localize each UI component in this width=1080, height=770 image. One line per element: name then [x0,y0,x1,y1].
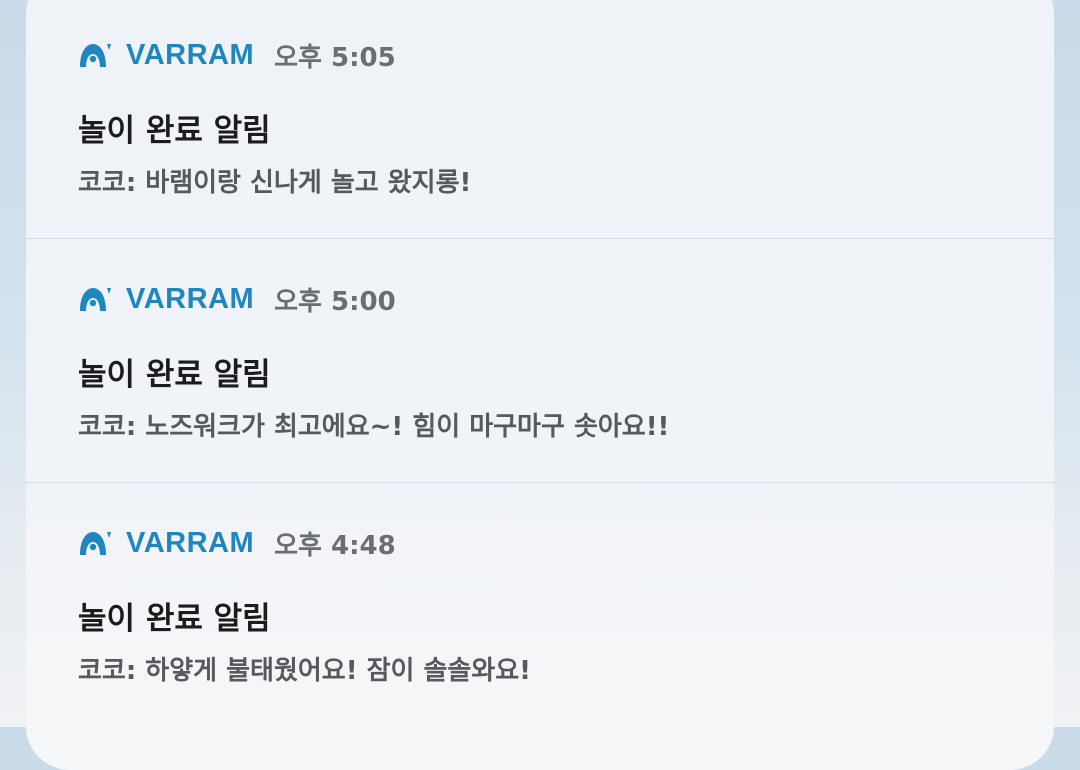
notification-time: 오후 4:48 [274,530,396,561]
notification-header: VARRAM 오후 5:00 [78,282,396,317]
notification-message: 코코: 하얗게 불태웠어요! 잠이 솔솔와요! [78,656,532,686]
app-name: VARRAM [126,526,255,559]
divider [26,482,1054,483]
varram-app-icon [78,530,112,556]
app-name: VARRAM [126,282,255,315]
notification-time: 오후 5:00 [274,286,396,317]
divider [26,238,1054,239]
notification-message: 코코: 노즈워크가 최고에요~! 힘이 마구마구 솟아요!! [78,412,670,442]
varram-app-icon [78,42,112,68]
notification-title: 놀이 완료 알림 [78,113,271,149]
notification-title: 놀이 완료 알림 [78,357,271,393]
notification-time: 오후 5:05 [274,42,396,73]
notification-panel: VARRAM 오후 5:05 놀이 완료 알림 코코: 바램이랑 신나게 놀고 … [26,0,1054,770]
notification-header: VARRAM 오후 5:05 [78,38,396,73]
notification-message: 코코: 바램이랑 신나게 놀고 왔지롱! [78,168,472,198]
app-name: VARRAM [126,38,255,71]
notification-title: 놀이 완료 알림 [78,601,271,637]
varram-app-icon [78,286,112,312]
notification-item[interactable]: VARRAM 오후 4:48 놀이 완료 알림 코코: 하얗게 불태웠어요! 잠… [26,488,1054,732]
notification-item[interactable]: VARRAM 오후 5:05 놀이 완료 알림 코코: 바램이랑 신나게 놀고 … [26,0,1054,244]
notification-item[interactable]: VARRAM 오후 5:00 놀이 완료 알림 코코: 노즈워크가 최고에요~!… [26,244,1054,488]
notification-header: VARRAM 오후 4:48 [78,526,396,561]
